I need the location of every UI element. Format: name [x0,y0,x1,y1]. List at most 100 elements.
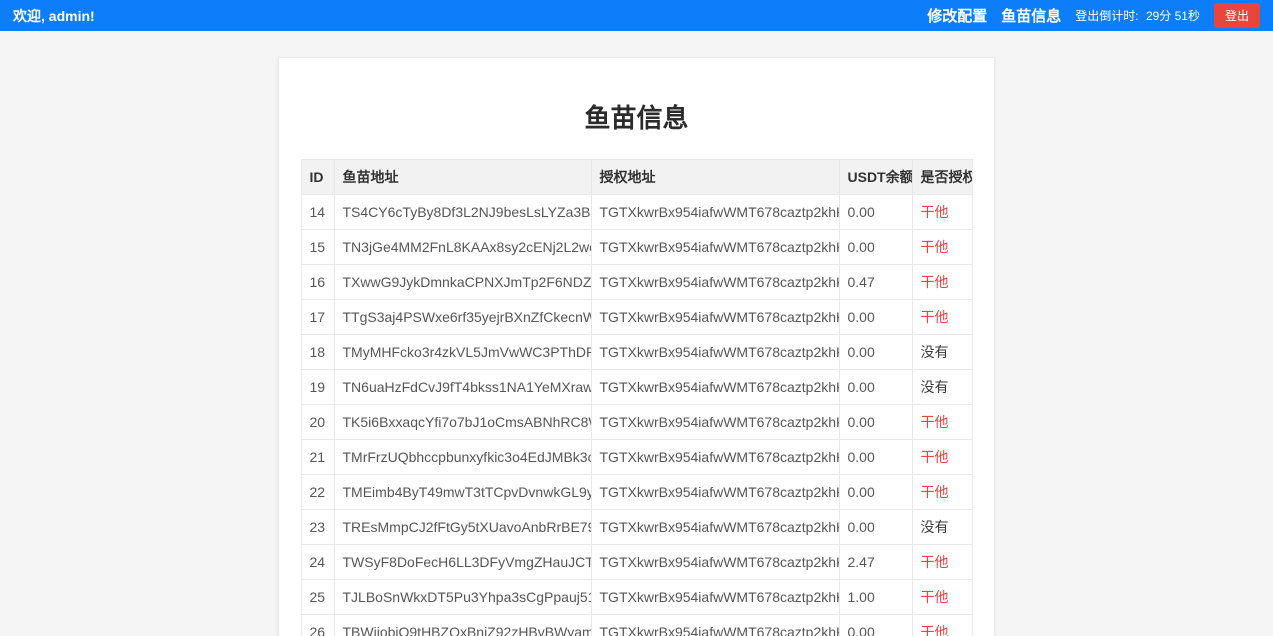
action-label: 没有 [921,519,949,535]
cell-fry-address: TK5i6BxxaqcYfi7o7bJ1oCmsABNhRC8WWj [334,405,591,440]
table-row: 25 TJLBoSnWkxDT5Pu3Yhpa3sCgPpauj51amf TG… [301,580,972,615]
table-row: 18 TMyMHFcko3r4zkVL5JmVwWC3PThDRJnDMa TG… [301,335,972,370]
cell-auth-address: TGTXkwrBx954iafwWMT678caztp2khKnsM [591,300,839,335]
table-row: 19 TN6uaHzFdCvJ9fT4bkss1NA1YeMXraw3x3 TG… [301,370,972,405]
table-row: 16 TXwwG9JykDmnkaCPNXJmTp2F6NDZQymsm9 TG… [301,265,972,300]
cell-fry-address: TBWjiobjQ9tHBZQxBnjZ92zHBvBWyamowC [334,615,591,636]
cell-fry-address: TWSyF8DoFecH6LL3DFyVmgZHauJCTZ14GE [334,545,591,580]
logout-countdown-label: 登出倒计时: [1075,9,1138,23]
cell-authorized-action: 干他 [912,230,972,265]
cell-authorized-action: 干他 [912,545,972,580]
cell-usdt-balance: 0.47 [839,265,912,300]
action-label[interactable]: 干他 [921,239,949,255]
cell-auth-address: TGTXkwrBx954iafwWMT678caztp2khKnsM [591,265,839,300]
cell-fry-address: TN6uaHzFdCvJ9fT4bkss1NA1YeMXraw3x3 [334,370,591,405]
cell-id: 24 [301,545,334,580]
cell-fry-address: TXwwG9JykDmnkaCPNXJmTp2F6NDZQymsm9 [334,265,591,300]
cell-usdt-balance: 0.00 [839,615,912,636]
cell-authorized-action: 干他 [912,475,972,510]
action-label[interactable]: 干他 [921,624,949,636]
cell-auth-address: TGTXkwrBx954iafwWMT678caztp2khKnsM [591,580,839,615]
table-row: 14 TS4CY6cTyBy8Df3L2NJ9besLsLYZa3Bzsb TG… [301,195,972,230]
welcome-text: 欢迎, admin! [13,6,95,26]
navbar-right: 修改配置鱼苗信息 登出倒计时: 29分 51秒 登出 [913,3,1260,28]
cell-fry-address: TN3jGe4MM2FnL8KAAx8sy2cENj2L2woJWS [334,230,591,265]
cell-authorized-action: 干他 [912,615,972,636]
cell-authorized-action: 干他 [912,195,972,230]
action-label[interactable]: 干他 [921,449,949,465]
cell-authorized-action: 干他 [912,405,972,440]
cell-authorized-action: 干他 [912,580,972,615]
cell-auth-address: TGTXkwrBx954iafwWMT678caztp2khKnsM [591,615,839,636]
fry-table: ID鱼苗地址授权地址USDT余额是否授权 14 TS4CY6cTyBy8Df3L… [301,159,973,636]
cell-usdt-balance: 0.00 [839,195,912,230]
table-header-cell: 授权地址 [591,160,839,195]
cell-auth-address: TGTXkwrBx954iafwWMT678caztp2khKnsM [591,510,839,545]
cell-authorized-action: 没有 [912,370,972,405]
cell-usdt-balance: 1.00 [839,580,912,615]
cell-fry-address: TTgS3aj4PSWxe6rf35yejrBXnZfCkecnWF [334,300,591,335]
cell-usdt-balance: 0.00 [839,510,912,545]
action-label: 没有 [921,379,949,395]
logout-countdown-value: 29分 51秒 [1146,9,1200,23]
cell-auth-address: TGTXkwrBx954iafwWMT678caztp2khKnsM [591,370,839,405]
nav-links: 修改配置鱼苗信息 [913,5,1061,26]
cell-usdt-balance: 0.00 [839,440,912,475]
action-label[interactable]: 干他 [921,274,949,290]
table-header-cell: ID [301,160,334,195]
table-row: 26 TBWjiobjQ9tHBZQxBnjZ92zHBvBWyamowC TG… [301,615,972,636]
table-row: 21 TMrFrzUQbhccpbunxyfkic3o4EdJMBk3cJ TG… [301,440,972,475]
cell-usdt-balance: 0.00 [839,230,912,265]
cell-id: 17 [301,300,334,335]
table-row: 23 TREsMmpCJ2fFtGy5tXUavoAnbRrBE79SLq TG… [301,510,972,545]
action-label[interactable]: 干他 [921,484,949,500]
cell-auth-address: TGTXkwrBx954iafwWMT678caztp2khKnsM [591,440,839,475]
action-label[interactable]: 干他 [921,554,949,570]
cell-id: 19 [301,370,334,405]
action-label[interactable]: 干他 [921,204,949,220]
nav-link[interactable]: 修改配置 [927,5,987,26]
cell-auth-address: TGTXkwrBx954iafwWMT678caztp2khKnsM [591,545,839,580]
top-navbar: 欢迎, admin! 修改配置鱼苗信息 登出倒计时: 29分 51秒 登出 [0,0,1273,31]
table-header-cell: USDT余额 [839,160,912,195]
cell-authorized-action: 没有 [912,510,972,545]
cell-fry-address: TREsMmpCJ2fFtGy5tXUavoAnbRrBE79SLq [334,510,591,545]
cell-authorized-action: 干他 [912,300,972,335]
cell-id: 23 [301,510,334,545]
cell-auth-address: TGTXkwrBx954iafwWMT678caztp2khKnsM [591,475,839,510]
action-label[interactable]: 干他 [921,589,949,605]
cell-id: 18 [301,335,334,370]
table-row: 24 TWSyF8DoFecH6LL3DFyVmgZHauJCTZ14GE TG… [301,545,972,580]
cell-id: 22 [301,475,334,510]
table-header-cell: 是否授权 [912,160,972,195]
cell-fry-address: TMyMHFcko3r4zkVL5JmVwWC3PThDRJnDMa [334,335,591,370]
cell-auth-address: TGTXkwrBx954iafwWMT678caztp2khKnsM [591,335,839,370]
cell-usdt-balance: 2.47 [839,545,912,580]
table-row: 17 TTgS3aj4PSWxe6rf35yejrBXnZfCkecnWF TG… [301,300,972,335]
cell-authorized-action: 没有 [912,335,972,370]
cell-authorized-action: 干他 [912,440,972,475]
cell-usdt-balance: 0.00 [839,475,912,510]
logout-button[interactable]: 登出 [1214,3,1260,28]
table-row: 20 TK5i6BxxaqcYfi7o7bJ1oCmsABNhRC8WWj TG… [301,405,972,440]
cell-usdt-balance: 0.00 [839,335,912,370]
table-body: 14 TS4CY6cTyBy8Df3L2NJ9besLsLYZa3Bzsb TG… [301,195,972,636]
content-card: 鱼苗信息 ID鱼苗地址授权地址USDT余额是否授权 14 TS4CY6cTyBy… [278,57,995,636]
cell-fry-address: TJLBoSnWkxDT5Pu3Yhpa3sCgPpauj51amf [334,580,591,615]
cell-authorized-action: 干他 [912,265,972,300]
page-title: 鱼苗信息 [279,98,994,135]
table-header-row: ID鱼苗地址授权地址USDT余额是否授权 [301,160,972,195]
action-label[interactable]: 干他 [921,309,949,325]
cell-usdt-balance: 0.00 [839,300,912,335]
cell-id: 16 [301,265,334,300]
cell-id: 26 [301,615,334,636]
nav-link[interactable]: 鱼苗信息 [1001,5,1061,26]
table-row: 15 TN3jGe4MM2FnL8KAAx8sy2cENj2L2woJWS TG… [301,230,972,265]
cell-id: 15 [301,230,334,265]
cell-usdt-balance: 0.00 [839,370,912,405]
logout-countdown: 登出倒计时: 29分 51秒 [1075,7,1200,24]
action-label[interactable]: 干他 [921,414,949,430]
table-row: 22 TMEimb4ByT49mwT3tTCpvDvnwkGL9yHwmM TG… [301,475,972,510]
cell-auth-address: TGTXkwrBx954iafwWMT678caztp2khKnsM [591,405,839,440]
cell-id: 25 [301,580,334,615]
